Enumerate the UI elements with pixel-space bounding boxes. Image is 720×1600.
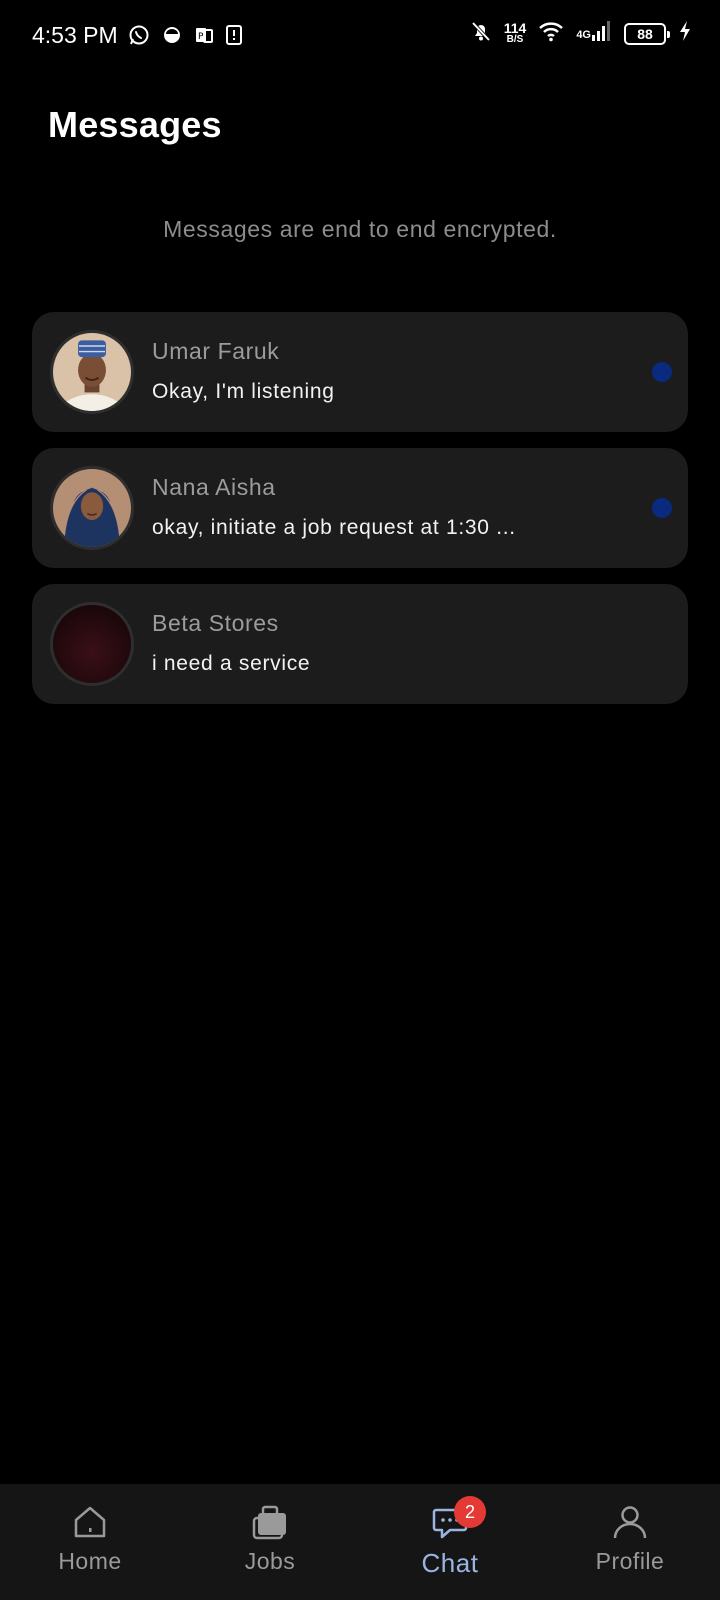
nav-label: Home: [58, 1548, 122, 1574]
conversation-item-nana-aisha[interactable]: Nana Aisha okay, initiate a job request …: [32, 448, 688, 568]
sim-icon: [226, 25, 242, 45]
nav-chat[interactable]: 2 Chat: [360, 1484, 540, 1600]
battery-icon: 88: [624, 22, 670, 45]
encryption-note: Messages are end to end encrypted.: [163, 216, 557, 242]
unread-indicator: [652, 498, 672, 518]
whatsapp-icon: [128, 24, 150, 46]
briefcase-icon: [250, 1502, 290, 1542]
mute-bell-icon: [470, 20, 492, 47]
svg-text:P: P: [198, 32, 204, 42]
app-icon: [162, 25, 182, 45]
net-speed: 114 B/S: [503, 19, 527, 45]
avatar[interactable]: [50, 330, 134, 414]
nav-profile[interactable]: Profile: [540, 1484, 720, 1600]
network-type: 4G: [576, 29, 591, 41]
status-time: 4:53 PM: [32, 22, 118, 48]
person-icon: [610, 1502, 650, 1542]
page-title: Messages: [48, 104, 222, 145]
conversation-name: Beta Stores: [152, 610, 279, 636]
conversation-item-umar-faruk[interactable]: Umar Faruk Okay, I'm listening: [32, 312, 688, 432]
avatar[interactable]: [50, 602, 134, 686]
conversation-preview: i need a service: [152, 652, 311, 675]
conversation-list: Umar Faruk Okay, I'm listening Nana Aish…: [32, 312, 688, 720]
unread-indicator: [652, 362, 672, 382]
conversation-name: Umar Faruk: [152, 338, 280, 364]
nav-jobs[interactable]: Jobs: [180, 1484, 360, 1600]
conversation-name: Nana Aisha: [152, 474, 276, 500]
status-bar: 4:53 PM P 114 B/S 4G 88: [0, 0, 720, 72]
nav-home[interactable]: Home: [0, 1484, 180, 1600]
conversation-preview: Okay, I'm listening: [152, 380, 335, 403]
signal-icon: [592, 20, 612, 47]
wifi-icon: [538, 20, 564, 47]
charging-icon: [678, 20, 692, 47]
bottom-nav: Home Jobs 2 Chat Profile: [0, 1484, 720, 1600]
conversation-item-beta-stores[interactable]: Beta Stores i need a service: [32, 584, 688, 704]
avatar[interactable]: [50, 466, 134, 550]
nav-label: Jobs: [244, 1548, 296, 1574]
unread-count-badge: 2: [454, 1496, 486, 1528]
notes-icon: P: [194, 25, 214, 45]
nav-label: Chat: [421, 1548, 479, 1578]
nav-label: Profile: [595, 1548, 665, 1574]
conversation-preview: okay, initiate a job request at 1:30 ...: [152, 516, 516, 539]
home-icon: [70, 1502, 110, 1542]
